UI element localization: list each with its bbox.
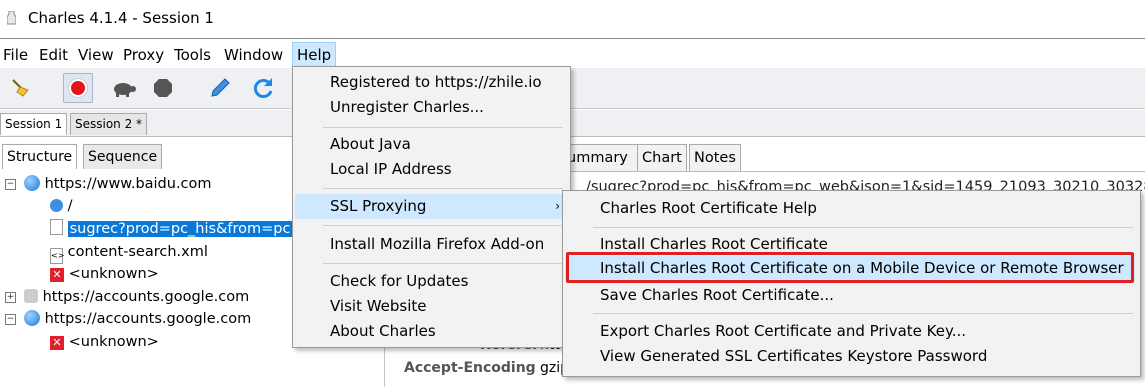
collapse-toggle[interactable]: − bbox=[5, 314, 16, 325]
refresh-icon[interactable] bbox=[248, 73, 278, 103]
separator bbox=[323, 225, 563, 226]
tree-host[interactable]: https://www.baidu.com bbox=[24, 173, 212, 195]
unregister-item[interactable]: Unregister Charles... bbox=[330, 95, 484, 119]
tab-notes[interactable]: Notes bbox=[689, 144, 741, 171]
item-label: sugrec?prod=pc_his&from=pc bbox=[67, 221, 293, 237]
host-label: https://www.baidu.com bbox=[44, 176, 212, 192]
collapse-toggle[interactable]: − bbox=[5, 179, 16, 190]
save-root-cert-item[interactable]: Save Charles Root Certificate... bbox=[600, 283, 834, 307]
firefox-addon-item[interactable]: Install Mozilla Firefox Add-on bbox=[330, 232, 544, 256]
stop-icon[interactable] bbox=[148, 73, 178, 103]
window-title: Charles 4.1.4 - Session 1 bbox=[28, 9, 214, 27]
tab-summary[interactable]: ummary bbox=[562, 144, 642, 171]
item-label: <unknown> bbox=[68, 334, 159, 350]
item-label: <unknown> bbox=[68, 266, 159, 282]
host-label: https://accounts.google.com bbox=[42, 289, 250, 305]
local-ip-item[interactable]: Local IP Address bbox=[330, 157, 452, 181]
tree-item[interactable]: / bbox=[50, 195, 73, 217]
tree-item[interactable]: <> content-search.xml bbox=[50, 241, 208, 264]
toolbar bbox=[0, 68, 1145, 109]
item-label: / bbox=[67, 198, 73, 214]
document-icon bbox=[50, 219, 63, 235]
ssl-submenu: Charles Root Certificate Help Install Ch… bbox=[562, 190, 1141, 377]
ssl-proxying-label: SSL Proxying bbox=[330, 197, 427, 215]
charles-vase-icon bbox=[7, 11, 16, 25]
visit-website-item[interactable]: Visit Website bbox=[330, 294, 427, 318]
menu-file[interactable]: File bbox=[1, 44, 30, 66]
menu-proxy[interactable]: Proxy bbox=[121, 44, 166, 66]
highlight-callout bbox=[566, 252, 1134, 283]
turtle-icon[interactable] bbox=[108, 73, 138, 103]
item-label: content-search.xml bbox=[67, 244, 208, 260]
host-label: https://accounts.google.com bbox=[44, 311, 252, 327]
menu-window[interactable]: Window bbox=[222, 44, 285, 66]
menu-tools[interactable]: Tools bbox=[172, 44, 213, 66]
expand-toggle[interactable]: + bbox=[5, 292, 16, 303]
lock-icon bbox=[24, 289, 38, 303]
broom-icon[interactable] bbox=[6, 73, 36, 103]
separator bbox=[593, 313, 1133, 314]
ssl-proxying-item[interactable]: SSL Proxying › bbox=[295, 194, 568, 219]
tab-structure[interactable]: Structure bbox=[2, 144, 78, 169]
separator bbox=[323, 127, 563, 128]
tab-session-1[interactable]: Session 1 bbox=[0, 113, 68, 135]
menu-view[interactable]: View bbox=[76, 44, 116, 66]
registered-item[interactable]: Registered to https://zhile.io bbox=[330, 70, 542, 94]
tab-session-2[interactable]: Session 2 * bbox=[70, 113, 148, 135]
record-icon bbox=[69, 79, 87, 97]
export-cert-key-item[interactable]: Export Charles Root Certificate and Priv… bbox=[600, 319, 966, 343]
xml-file-icon: <> bbox=[50, 248, 64, 264]
error-icon: ✕ bbox=[50, 268, 64, 282]
session-tabs: Session 1 Session 2 * bbox=[0, 110, 1145, 137]
root-cert-help-item[interactable]: Charles Root Certificate Help bbox=[600, 196, 817, 220]
globe-icon bbox=[24, 310, 40, 326]
keystore-password-item[interactable]: View Generated SSL Certificates Keystore… bbox=[600, 344, 987, 368]
error-icon: ✕ bbox=[50, 336, 64, 350]
title-bar: Charles 4.1.4 - Session 1 bbox=[0, 0, 1145, 39]
settings-icon bbox=[50, 199, 63, 212]
submenu-arrow-icon: › bbox=[555, 199, 560, 213]
menu-help[interactable]: Help bbox=[292, 42, 337, 68]
separator bbox=[323, 188, 563, 189]
menu-edit[interactable]: Edit bbox=[37, 44, 70, 66]
accept-encoding-label: Accept-Encoding bbox=[404, 360, 536, 376]
tab-sequence[interactable]: Sequence bbox=[83, 144, 163, 169]
pen-icon[interactable] bbox=[205, 73, 235, 103]
tree-item[interactable]: ✕ <unknown> bbox=[50, 331, 159, 353]
tree-host[interactable]: https://accounts.google.com bbox=[24, 308, 251, 330]
check-updates-item[interactable]: Check for Updates bbox=[330, 269, 468, 293]
about-charles-item[interactable]: About Charles bbox=[330, 319, 436, 343]
globe-icon bbox=[24, 175, 40, 191]
tree-item[interactable]: ✕ <unknown> bbox=[50, 263, 159, 285]
tree-host[interactable]: https://accounts.google.com bbox=[24, 286, 249, 308]
record-button[interactable] bbox=[63, 73, 93, 103]
about-java-item[interactable]: About Java bbox=[330, 132, 411, 156]
tab-chart[interactable]: Chart bbox=[637, 144, 687, 171]
separator bbox=[323, 263, 563, 264]
separator bbox=[593, 227, 1133, 228]
help-menu: Registered to https://zhile.io Unregiste… bbox=[292, 66, 571, 348]
menu-bar: File Edit View Proxy Tools Window Help bbox=[0, 40, 1145, 68]
